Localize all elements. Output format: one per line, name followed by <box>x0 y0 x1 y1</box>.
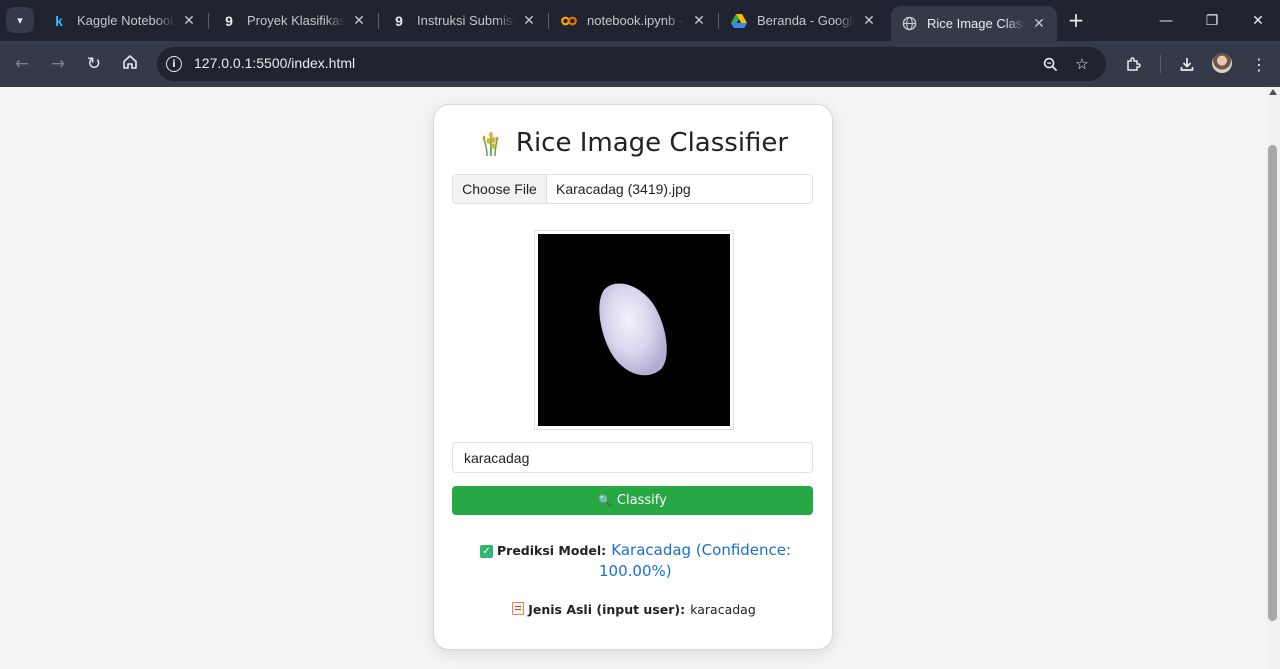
tab-google-drive[interactable]: Beranda - Google ✕ <box>721 6 887 35</box>
browser-tab-bar: ▾ k Kaggle Notebook ( ✕ 9 Proyek Klasifi… <box>0 0 1280 41</box>
arrow-left-icon: ← <box>14 54 30 74</box>
scrollbar-thumb[interactable] <box>1268 145 1277 621</box>
close-icon[interactable]: ✕ <box>1031 15 1047 32</box>
actual-label: Jenis Asli (input user): <box>528 602 686 617</box>
actual-result: Jenis Asli (input user): karacadag <box>434 599 834 618</box>
globe-icon <box>901 16 917 32</box>
forward-button[interactable]: → <box>44 50 72 78</box>
classify-button-label: Classify <box>616 493 667 508</box>
classifier-card: Rice Image Classifier Choose File Karaca… <box>433 104 833 650</box>
arrow-right-icon: → <box>50 54 66 74</box>
tab-search-button[interactable]: ▾ <box>6 7 34 33</box>
tab-rice-classifier[interactable]: Rice Image Classifie ✕ <box>891 6 1057 41</box>
memo-icon <box>512 602 525 615</box>
dicoding-icon: 9 <box>395 12 403 29</box>
prediction-value: Karacadag (Confidence: <box>611 541 792 559</box>
colab-icon <box>561 13 577 29</box>
close-icon[interactable]: ✕ <box>521 12 537 29</box>
close-window-button[interactable]: ✕ <box>1235 0 1280 41</box>
close-icon[interactable]: ✕ <box>351 12 367 29</box>
toolbar-divider <box>1160 55 1161 73</box>
close-icon: ✕ <box>1252 12 1264 29</box>
extensions-icon[interactable] <box>1119 50 1147 78</box>
tab-instruksi[interactable]: 9 Instruksi Submissio ✕ <box>381 6 547 35</box>
prediction-result: ✓ Prediksi Model: Karacadag (Confidence: … <box>480 540 800 580</box>
tab-separator <box>718 13 719 29</box>
tab-separator <box>378 13 379 29</box>
actual-value: karacadag <box>690 602 756 617</box>
reload-icon: ↻ <box>86 54 102 74</box>
kaggle-icon: k <box>55 12 63 29</box>
close-icon[interactable]: ✕ <box>861 12 877 29</box>
check-mark-icon: ✓ <box>480 545 493 558</box>
classify-button[interactable]: 🔍 Classify <box>452 486 813 515</box>
browser-toolbar: ← → ↻ i 127.0.0.1:5500/index.html ☆ ⋮ <box>0 41 1280 87</box>
title-row: Rice Image Classifier <box>434 125 834 161</box>
page-scrollbar[interactable] <box>1266 87 1280 669</box>
tab-colab[interactable]: notebook.ipynb - C ✕ <box>551 6 717 35</box>
scroll-up-arrow-icon[interactable] <box>1269 89 1277 95</box>
rice-plant-icon <box>480 129 502 157</box>
download-icon[interactable] <box>1173 50 1201 78</box>
minimize-button[interactable]: — <box>1143 0 1189 41</box>
choose-file-button[interactable]: Choose File <box>453 175 547 203</box>
zoom-icon[interactable] <box>1039 53 1061 75</box>
profile-avatar[interactable] <box>1212 53 1232 73</box>
plus-icon: + <box>1067 8 1085 32</box>
page-viewport: Rice Image Classifier Choose File Karaca… <box>0 87 1266 669</box>
reload-button[interactable]: ↻ <box>80 50 108 78</box>
new-tab-button[interactable]: + <box>1064 8 1088 32</box>
page-title: Rice Image Classifier <box>515 128 789 158</box>
selected-file-name: Karacadag (3419).jpg <box>556 181 691 197</box>
google-drive-icon <box>731 13 747 29</box>
url-text[interactable]: 127.0.0.1:5500/index.html <box>194 55 355 71</box>
restore-icon: ❐ <box>1205 12 1219 29</box>
browser-menu-icon[interactable]: ⋮ <box>1245 50 1273 78</box>
home-icon <box>122 54 138 75</box>
magnifier-icon: 🔍 <box>598 494 612 507</box>
tab-separator <box>548 13 549 29</box>
chevron-down-icon: ▾ <box>17 13 23 27</box>
address-bar[interactable]: i 127.0.0.1:5500/index.html ☆ <box>157 47 1106 81</box>
actual-label-input[interactable] <box>452 442 813 473</box>
file-upload-input[interactable]: Choose File Karacadag (3419).jpg <box>452 174 813 204</box>
prediction-label: Prediksi Model: <box>497 543 607 558</box>
tab-proyek[interactable]: 9 Proyek Klasifikasi G ✕ <box>211 6 377 35</box>
restore-button[interactable]: ❐ <box>1189 0 1235 41</box>
tab-separator <box>208 13 209 29</box>
close-icon[interactable]: ✕ <box>181 12 197 29</box>
home-button[interactable] <box>116 50 144 78</box>
close-icon[interactable]: ✕ <box>691 12 707 29</box>
prediction-confidence: 100.00%) <box>599 562 672 580</box>
minimize-icon: — <box>1159 12 1173 29</box>
dicoding-icon: 9 <box>225 12 233 29</box>
tab-kaggle[interactable]: k Kaggle Notebook ( ✕ <box>41 6 207 35</box>
bookmark-star-icon[interactable]: ☆ <box>1071 53 1093 75</box>
image-preview <box>534 230 734 430</box>
rice-grain-image <box>538 234 730 426</box>
back-button[interactable]: ← <box>8 50 36 78</box>
site-info-icon[interactable]: i <box>166 56 182 72</box>
